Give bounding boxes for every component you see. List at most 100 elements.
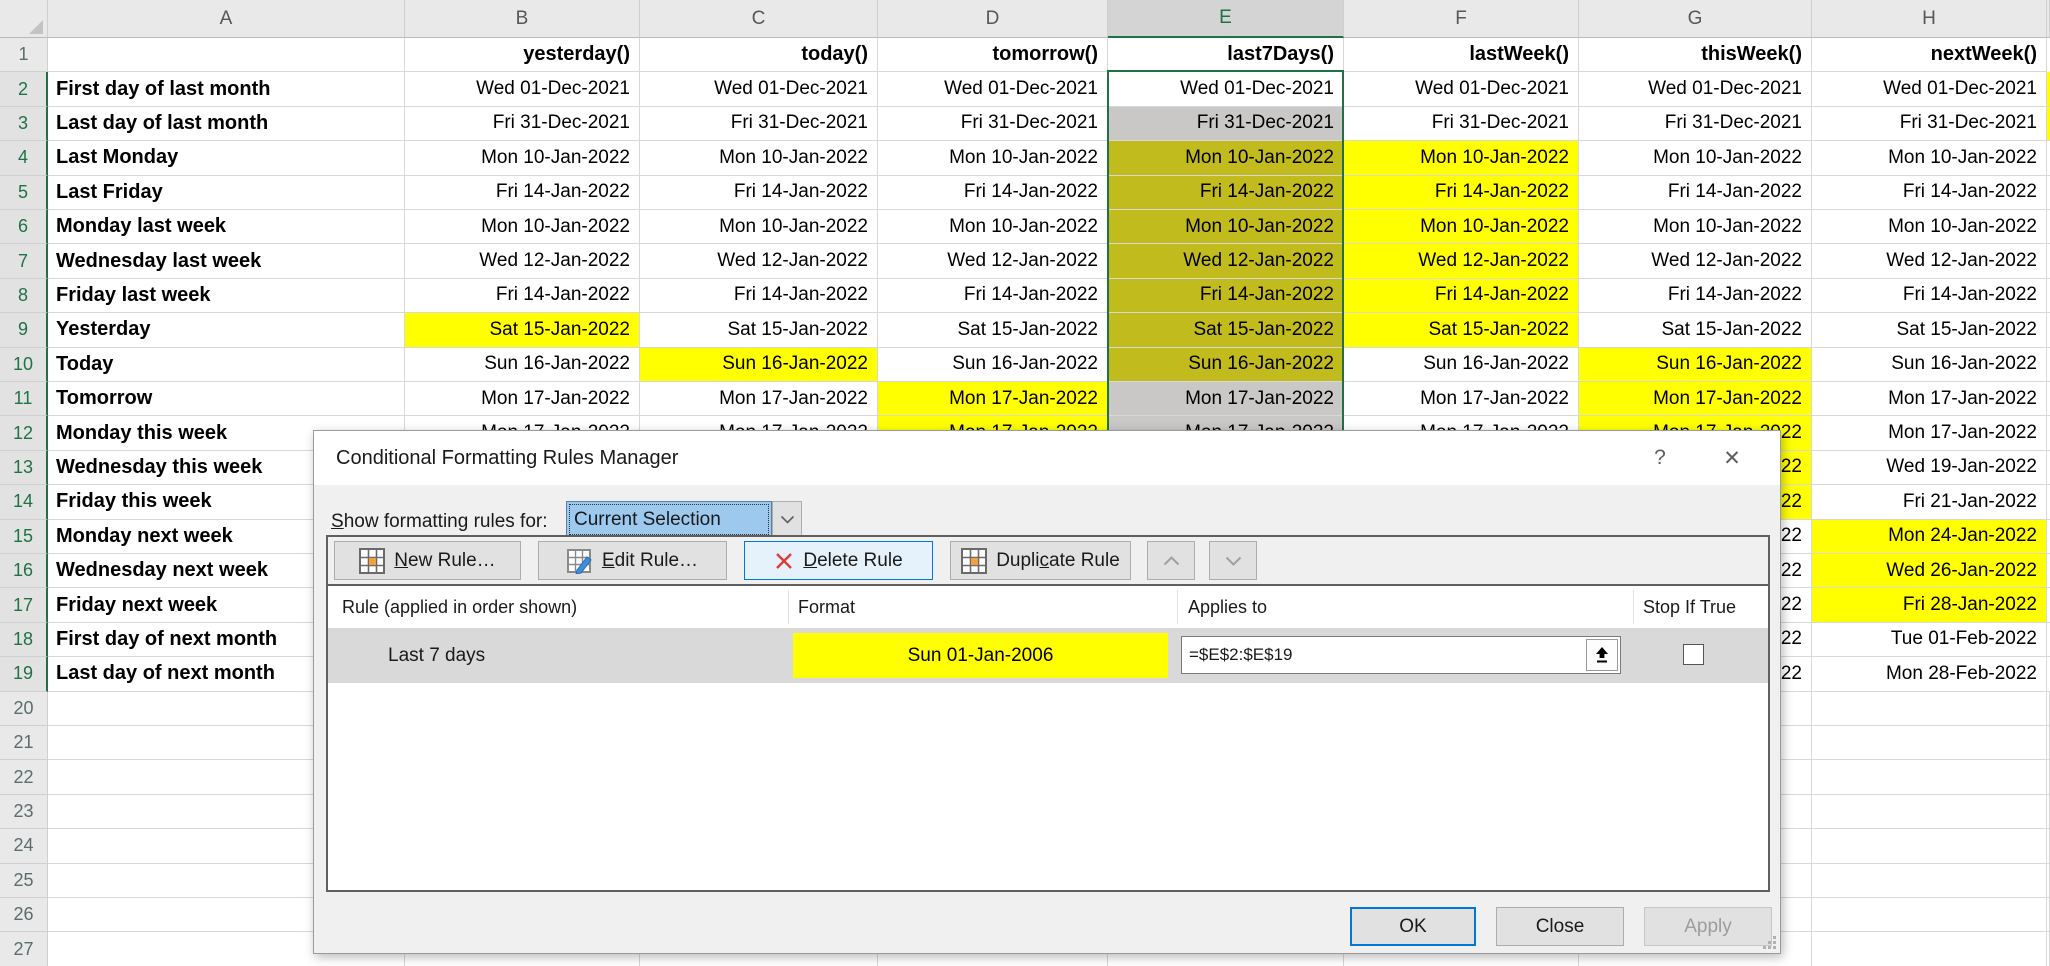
cell-B10[interactable]: Sun 16-Jan-2022	[405, 348, 640, 382]
cell-B1[interactable]: yesterday()	[405, 38, 640, 72]
cell-H24[interactable]	[1812, 829, 2047, 863]
cell-H27[interactable]	[1812, 932, 2047, 966]
cell-A11[interactable]: Tomorrow	[48, 382, 405, 416]
dialog-titlebar[interactable]: Conditional Formatting Rules Manager ? ✕	[314, 431, 1780, 485]
row-header-1[interactable]: 1	[0, 38, 48, 72]
cell-F2[interactable]: Wed 01-Dec-2021	[1344, 72, 1579, 106]
cell-A4[interactable]: Last Monday	[48, 141, 405, 175]
cell-F5[interactable]: Fri 14-Jan-2022	[1344, 176, 1579, 210]
cell-A3[interactable]: Last day of last month	[48, 107, 405, 141]
row-header-6[interactable]: 6	[0, 210, 48, 244]
column-header-G[interactable]: G	[1579, 0, 1812, 38]
row-header-23[interactable]: 23	[0, 795, 48, 829]
cell-G3[interactable]: Fri 31-Dec-2021	[1579, 107, 1812, 141]
row-header-4[interactable]: 4	[0, 141, 48, 175]
cell-G6[interactable]: Mon 10-Jan-2022	[1579, 210, 1812, 244]
cell-E6[interactable]: Mon 10-Jan-2022	[1108, 210, 1344, 244]
cell-F6[interactable]: Mon 10-Jan-2022	[1344, 210, 1579, 244]
chevron-down-icon[interactable]	[772, 501, 802, 538]
cell-G11[interactable]: Mon 17-Jan-2022	[1579, 382, 1812, 416]
cell-A6[interactable]: Monday last week	[48, 210, 405, 244]
cell-E4[interactable]: Mon 10-Jan-2022	[1108, 141, 1344, 175]
row-header-22[interactable]: 22	[0, 760, 48, 794]
move-rule-down-button[interactable]	[1209, 541, 1257, 580]
cell-F7[interactable]: Wed 12-Jan-2022	[1344, 244, 1579, 278]
cell-G4[interactable]: Mon 10-Jan-2022	[1579, 141, 1812, 175]
row-header-26[interactable]: 26	[0, 898, 48, 932]
cell-H6[interactable]: Mon 10-Jan-2022	[1812, 210, 2047, 244]
cell-D11[interactable]: Mon 17-Jan-2022	[878, 382, 1108, 416]
row-header-5[interactable]: 5	[0, 176, 48, 210]
cell-H1[interactable]: nextWeek()	[1812, 38, 2047, 72]
cell-B2[interactable]: Wed 01-Dec-2021	[405, 72, 640, 106]
cell-D7[interactable]: Wed 12-Jan-2022	[878, 244, 1108, 278]
rule-row-selected[interactable]: Last 7 days Sun 01-Jan-2006 =$E$2:$E$19	[328, 628, 1768, 683]
cell-H8[interactable]: Fri 14-Jan-2022	[1812, 279, 2047, 313]
row-header-3[interactable]: 3	[0, 107, 48, 141]
cell-B9[interactable]: Sat 15-Jan-2022	[405, 313, 640, 347]
cell-D2[interactable]: Wed 01-Dec-2021	[878, 72, 1108, 106]
move-rule-up-button[interactable]	[1147, 541, 1195, 580]
cell-G1[interactable]: thisWeek()	[1579, 38, 1812, 72]
help-icon[interactable]: ?	[1640, 438, 1680, 478]
cell-C6[interactable]: Mon 10-Jan-2022	[640, 210, 878, 244]
row-header-25[interactable]: 25	[0, 864, 48, 898]
cell-H18[interactable]: Tue 01-Feb-2022	[1812, 623, 2047, 657]
cell-D1[interactable]: tomorrow()	[878, 38, 1108, 72]
column-header-D[interactable]: D	[878, 0, 1108, 38]
cell-A2[interactable]: First day of last month	[48, 72, 405, 106]
cell-B5[interactable]: Fri 14-Jan-2022	[405, 176, 640, 210]
cell-H20[interactable]	[1812, 692, 2047, 726]
cell-C5[interactable]: Fri 14-Jan-2022	[640, 176, 878, 210]
row-header-20[interactable]: 20	[0, 692, 48, 726]
cell-B7[interactable]: Wed 12-Jan-2022	[405, 244, 640, 278]
cell-H19[interactable]: Mon 28-Feb-2022	[1812, 657, 2047, 691]
cell-H11[interactable]: Mon 17-Jan-2022	[1812, 382, 2047, 416]
row-header-2[interactable]: 2	[0, 72, 48, 106]
cell-D4[interactable]: Mon 10-Jan-2022	[878, 141, 1108, 175]
cell-A10[interactable]: Today	[48, 348, 405, 382]
cell-H16[interactable]: Wed 26-Jan-2022	[1812, 554, 2047, 588]
cell-E8[interactable]: Fri 14-Jan-2022	[1108, 279, 1344, 313]
cell-E10[interactable]: Sun 16-Jan-2022	[1108, 348, 1344, 382]
row-header-18[interactable]: 18	[0, 623, 48, 657]
cell-H17[interactable]: Fri 28-Jan-2022	[1812, 588, 2047, 622]
cell-D5[interactable]: Fri 14-Jan-2022	[878, 176, 1108, 210]
scope-combobox-value[interactable]: Current Selection	[566, 501, 772, 538]
column-header-C[interactable]: C	[640, 0, 878, 38]
cell-G10[interactable]: Sun 16-Jan-2022	[1579, 348, 1812, 382]
cell-B6[interactable]: Mon 10-Jan-2022	[405, 210, 640, 244]
close-button[interactable]: Close	[1496, 907, 1624, 946]
cell-H22[interactable]	[1812, 760, 2047, 794]
scope-combobox[interactable]: Current Selection	[566, 501, 802, 538]
cell-C9[interactable]: Sat 15-Jan-2022	[640, 313, 878, 347]
row-header-9[interactable]: 9	[0, 313, 48, 347]
cell-E3[interactable]: Fri 31-Dec-2021	[1108, 107, 1344, 141]
cell-A8[interactable]: Friday last week	[48, 279, 405, 313]
cell-H14[interactable]: Fri 21-Jan-2022	[1812, 485, 2047, 519]
cell-F8[interactable]: Fri 14-Jan-2022	[1344, 279, 1579, 313]
cell-D6[interactable]: Mon 10-Jan-2022	[878, 210, 1108, 244]
cell-E11[interactable]: Mon 17-Jan-2022	[1108, 382, 1344, 416]
cell-D10[interactable]: Sun 16-Jan-2022	[878, 348, 1108, 382]
cell-C7[interactable]: Wed 12-Jan-2022	[640, 244, 878, 278]
column-header-A[interactable]: A	[48, 0, 405, 38]
row-header-13[interactable]: 13	[0, 451, 48, 485]
cell-G8[interactable]: Fri 14-Jan-2022	[1579, 279, 1812, 313]
cell-F3[interactable]: Fri 31-Dec-2021	[1344, 107, 1579, 141]
cell-G5[interactable]: Fri 14-Jan-2022	[1579, 176, 1812, 210]
cell-H7[interactable]: Wed 12-Jan-2022	[1812, 244, 2047, 278]
cell-A9[interactable]: Yesterday	[48, 313, 405, 347]
cell-E7[interactable]: Wed 12-Jan-2022	[1108, 244, 1344, 278]
cell-H13[interactable]: Wed 19-Jan-2022	[1812, 451, 2047, 485]
cell-C10[interactable]: Sun 16-Jan-2022	[640, 348, 878, 382]
cell-A7[interactable]: Wednesday last week	[48, 244, 405, 278]
delete-rule-button[interactable]: Delete Rule	[744, 541, 933, 580]
cell-D3[interactable]: Fri 31-Dec-2021	[878, 107, 1108, 141]
column-header-F[interactable]: F	[1344, 0, 1579, 38]
cell-F11[interactable]: Mon 17-Jan-2022	[1344, 382, 1579, 416]
cell-B8[interactable]: Fri 14-Jan-2022	[405, 279, 640, 313]
cell-C3[interactable]: Fri 31-Dec-2021	[640, 107, 878, 141]
row-header-14[interactable]: 14	[0, 485, 48, 519]
row-header-7[interactable]: 7	[0, 244, 48, 278]
